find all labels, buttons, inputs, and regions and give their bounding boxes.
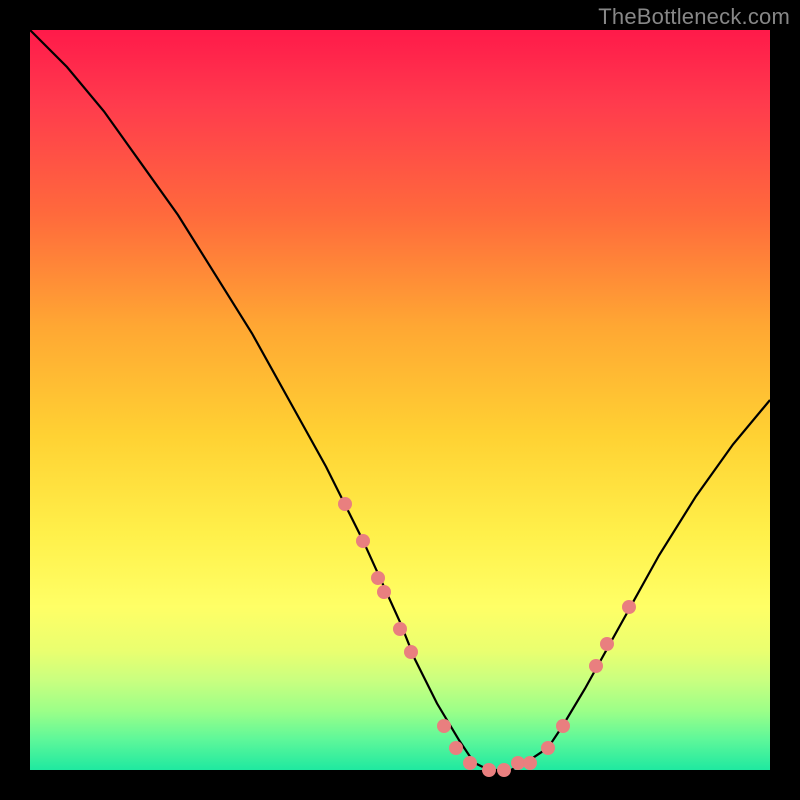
data-marker	[541, 741, 555, 755]
data-marker	[556, 719, 570, 733]
data-marker	[437, 719, 451, 733]
watermark-text: TheBottleneck.com	[598, 4, 790, 30]
bottleneck-curve	[30, 30, 770, 770]
curve-path	[30, 30, 770, 770]
data-marker	[463, 756, 477, 770]
chart-stage: TheBottleneck.com	[0, 0, 800, 800]
data-marker	[589, 659, 603, 673]
data-marker	[404, 645, 418, 659]
data-marker	[600, 637, 614, 651]
plot-area	[30, 30, 770, 770]
data-marker	[497, 763, 511, 777]
data-marker	[377, 585, 391, 599]
data-marker	[371, 571, 385, 585]
data-marker	[523, 756, 537, 770]
data-marker	[338, 497, 352, 511]
data-marker	[449, 741, 463, 755]
data-marker	[356, 534, 370, 548]
data-marker	[482, 763, 496, 777]
data-marker	[393, 622, 407, 636]
data-marker	[622, 600, 636, 614]
